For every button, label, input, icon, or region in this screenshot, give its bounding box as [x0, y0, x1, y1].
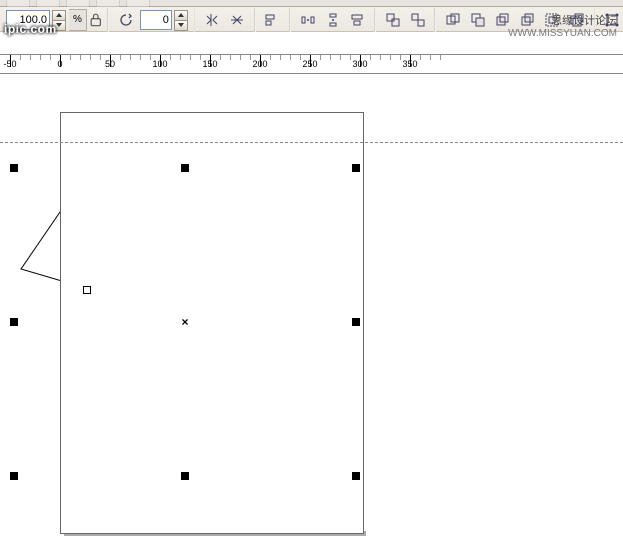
separator: [289, 8, 291, 32]
horizontal-ruler[interactable]: -50 0 50 100 150 200 250 300 350: [0, 54, 623, 74]
selection-center[interactable]: ×: [181, 315, 188, 329]
lock-icon[interactable]: [90, 11, 102, 29]
dist-h-icon[interactable]: [297, 8, 319, 32]
percent-unit: %: [69, 9, 87, 31]
break-icon[interactable]: [467, 8, 489, 32]
ruler-label: 250: [302, 59, 317, 69]
ungroup-icon[interactable]: [407, 8, 429, 32]
combine-icon[interactable]: [442, 8, 464, 32]
rotate-field[interactable]: [140, 10, 172, 30]
align-left-icon[interactable]: [262, 8, 284, 32]
group-icon[interactable]: [382, 8, 404, 32]
spin-up[interactable]: [52, 10, 66, 20]
rotate-spinner[interactable]: [174, 10, 188, 31]
node-marker[interactable]: [83, 286, 91, 294]
separator: [374, 8, 376, 32]
credits-url: WWW.MISSYUAN.COM: [508, 28, 617, 39]
mirror-h-icon[interactable]: [201, 8, 223, 32]
spin-up[interactable]: [174, 10, 188, 20]
handle-bl[interactable]: [10, 472, 18, 480]
credits-chinese: 思缘设计论坛: [508, 12, 617, 28]
canvas[interactable]: ×: [0, 72, 623, 531]
credits: 思缘设计论坛 WWW.MISSYUAN.COM: [508, 12, 617, 39]
separator: [107, 8, 109, 32]
page[interactable]: [60, 112, 364, 534]
rotate-input[interactable]: [141, 14, 171, 26]
separator: [434, 8, 436, 32]
ruler-label: 50: [105, 59, 115, 69]
dist-v-icon[interactable]: [322, 8, 344, 32]
ruler-label: 350: [402, 59, 417, 69]
ruler-label: 300: [352, 59, 367, 69]
handle-tr[interactable]: [352, 164, 360, 172]
guideline[interactable]: [0, 142, 623, 143]
ruler-label: 150: [202, 59, 217, 69]
ruler-label: 0: [57, 59, 62, 69]
mirror-v-icon[interactable]: [226, 8, 248, 32]
separator: [254, 8, 256, 32]
spin-down[interactable]: [174, 20, 188, 31]
watermark: ipic.com: [4, 22, 57, 36]
rotate-icon[interactable]: [115, 8, 137, 32]
separator: [194, 8, 196, 32]
handle-mr[interactable]: [352, 318, 360, 326]
handle-ml[interactable]: [10, 318, 18, 326]
cropped-toolbar: [0, 0, 623, 7]
handle-bc[interactable]: [181, 472, 189, 480]
ruler-label: 100: [152, 59, 167, 69]
ruler-label: -50: [3, 59, 16, 69]
handle-tc[interactable]: [181, 164, 189, 172]
ruler-label: 200: [252, 59, 267, 69]
handle-tl[interactable]: [10, 164, 18, 172]
align-center-icon[interactable]: [346, 8, 368, 32]
handle-br[interactable]: [352, 472, 360, 480]
